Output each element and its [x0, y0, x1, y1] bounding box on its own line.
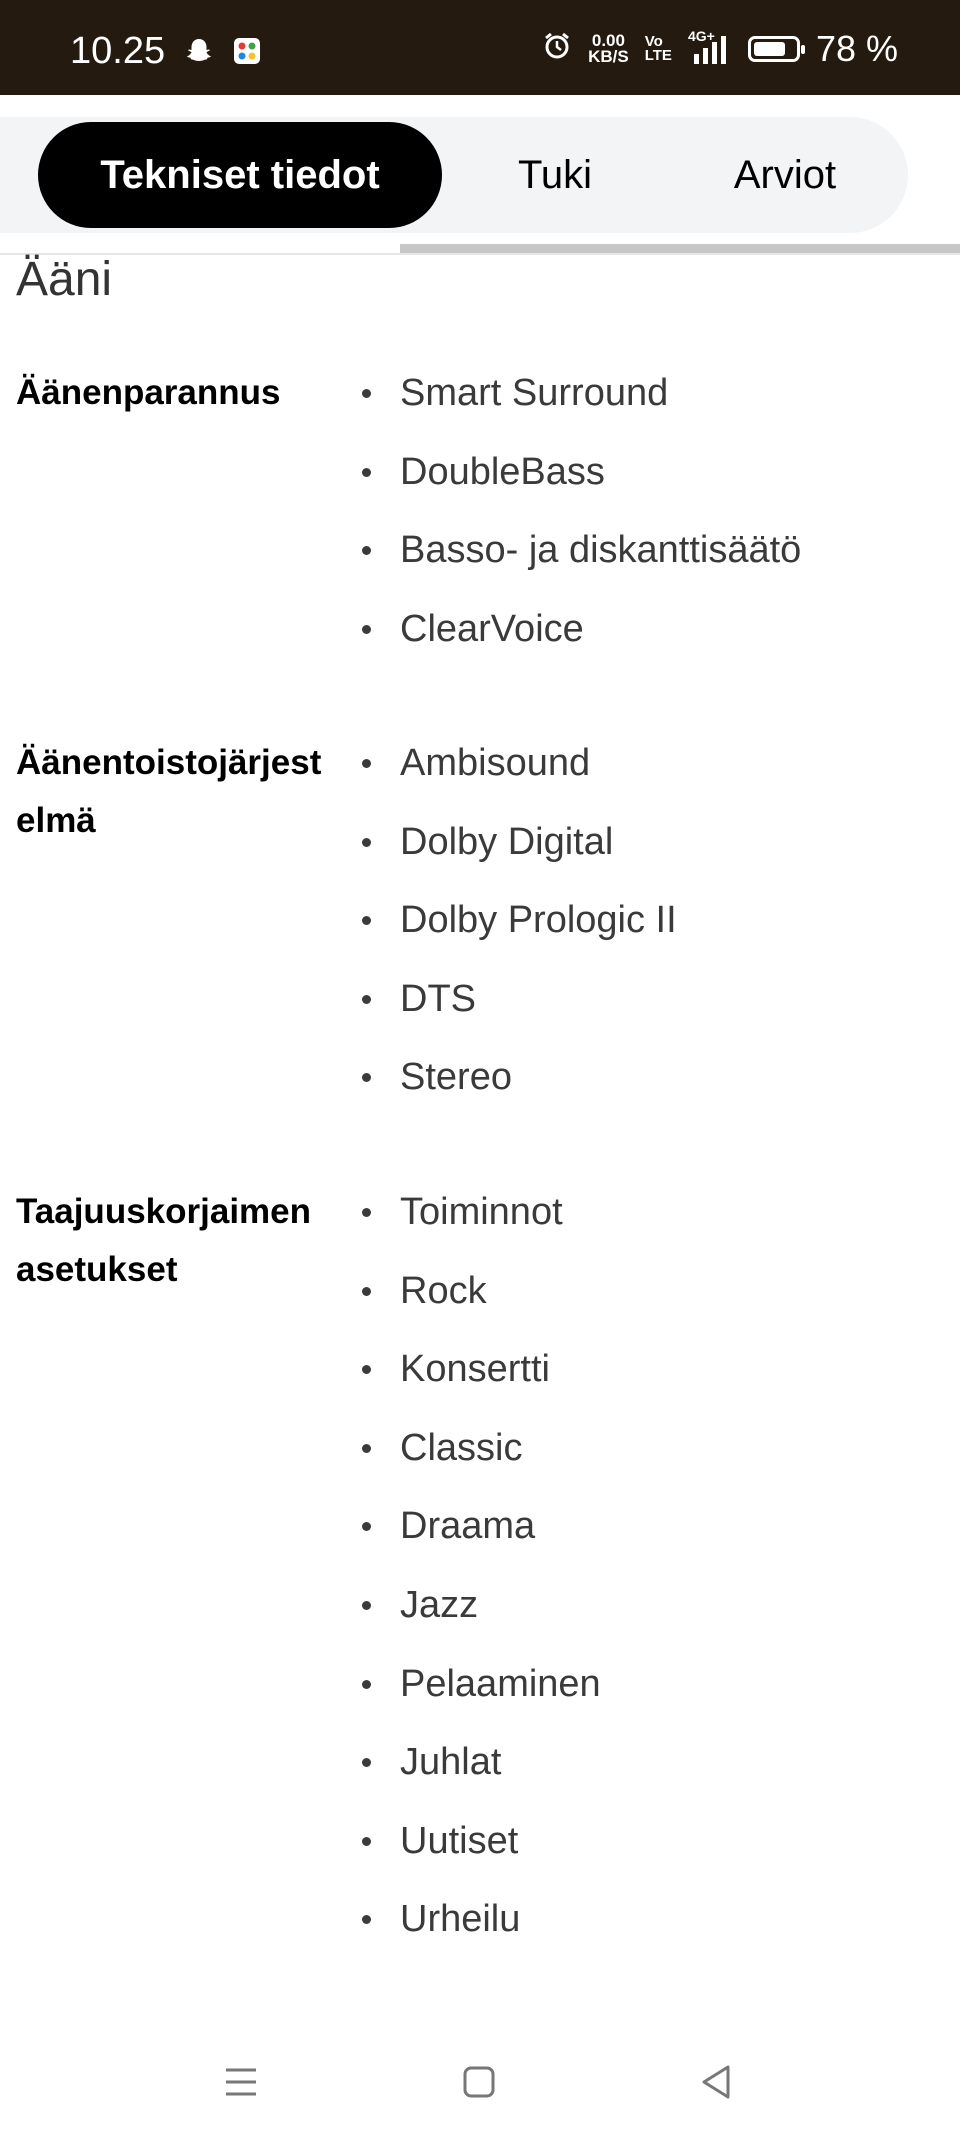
- spec-value: Draama: [360, 1497, 601, 1576]
- spec-value: Jazz: [360, 1576, 601, 1655]
- spec-values: Toiminnot Rock Konsertti Classic Draama …: [360, 1183, 601, 1969]
- divider: [0, 253, 960, 255]
- spec-value: Dolby Digital: [360, 813, 677, 892]
- volte-indicator: Vo LTE: [644, 34, 672, 64]
- status-right-group: 0.00 KB/S Vo LTE 4G+ 78 %: [542, 28, 898, 70]
- back-icon: [702, 2065, 730, 2099]
- tab-label: Arviot: [733, 152, 837, 197]
- network-speed: 0.00 KB/S: [588, 32, 629, 66]
- spec-values: Ambisound Dolby Digital Dolby Prologic I…: [360, 734, 677, 1127]
- spec-label: Äänentoistojärjestelmä: [16, 743, 322, 840]
- back-button[interactable]: [686, 2052, 746, 2112]
- spec-value: Konsertti: [360, 1340, 601, 1419]
- spec-value: Urheilu: [360, 1890, 601, 1969]
- menu-button[interactable]: [211, 2052, 271, 2112]
- spec-value: Classic: [360, 1419, 601, 1498]
- home-button[interactable]: [449, 2052, 509, 2112]
- spec-label: Äänenparannus: [16, 373, 281, 412]
- status-time: 10.25: [70, 30, 166, 72]
- spec-value: Stereo: [360, 1048, 677, 1127]
- spec-label: Taajuuskorjaimen asetukset: [16, 1192, 312, 1289]
- spec-value: DoubleBass: [360, 443, 801, 522]
- spec-value: Smart Surround: [360, 364, 801, 443]
- spec-value: Basso- ja diskanttisäätö: [360, 521, 801, 600]
- tab-bar: Tekniset tiedot Tuki Arviot: [0, 117, 908, 233]
- menu-icon: [226, 2068, 256, 2096]
- spec-value: Dolby Prologic II: [360, 891, 677, 970]
- spec-value: Rock: [360, 1262, 601, 1341]
- system-nav-bar: [0, 2030, 960, 2133]
- snapchat-icon: [184, 36, 214, 71]
- network-speed-unit: KB/S: [588, 47, 629, 66]
- tab-arviot[interactable]: Arviot: [700, 122, 870, 228]
- alarm-icon: [542, 28, 572, 70]
- status-bar: 10.25 0.00 KB/S Vo LTE 4G+ 78 %: [0, 0, 960, 95]
- volte-bottom: LTE: [644, 47, 672, 64]
- home-icon: [463, 2066, 495, 2098]
- section-title: Ääni: [16, 253, 113, 306]
- spec-value: Uutiset: [360, 1812, 601, 1891]
- spec-values: Smart Surround DoubleBass Basso- ja disk…: [360, 364, 801, 678]
- battery-percent: 78 %: [815, 28, 898, 69]
- tab-label: Tekniset tiedot: [100, 152, 380, 197]
- spec-value: Pelaaminen: [360, 1655, 601, 1734]
- tab-tekniset-tiedot[interactable]: Tekniset tiedot: [38, 122, 442, 228]
- notification-icons: [184, 36, 262, 71]
- spec-value: Toiminnot: [360, 1183, 601, 1262]
- battery-icon: [747, 36, 805, 62]
- tab-tuki[interactable]: Tuki: [480, 122, 630, 228]
- spec-value: Ambisound: [360, 734, 677, 813]
- spec-value: Juhlat: [360, 1733, 601, 1812]
- spec-value: DTS: [360, 970, 677, 1049]
- tab-label: Tuki: [517, 152, 593, 197]
- spec-value: ClearVoice: [360, 600, 801, 679]
- signal-icon: 4G+: [688, 28, 732, 66]
- app-grid-icon: [232, 36, 262, 71]
